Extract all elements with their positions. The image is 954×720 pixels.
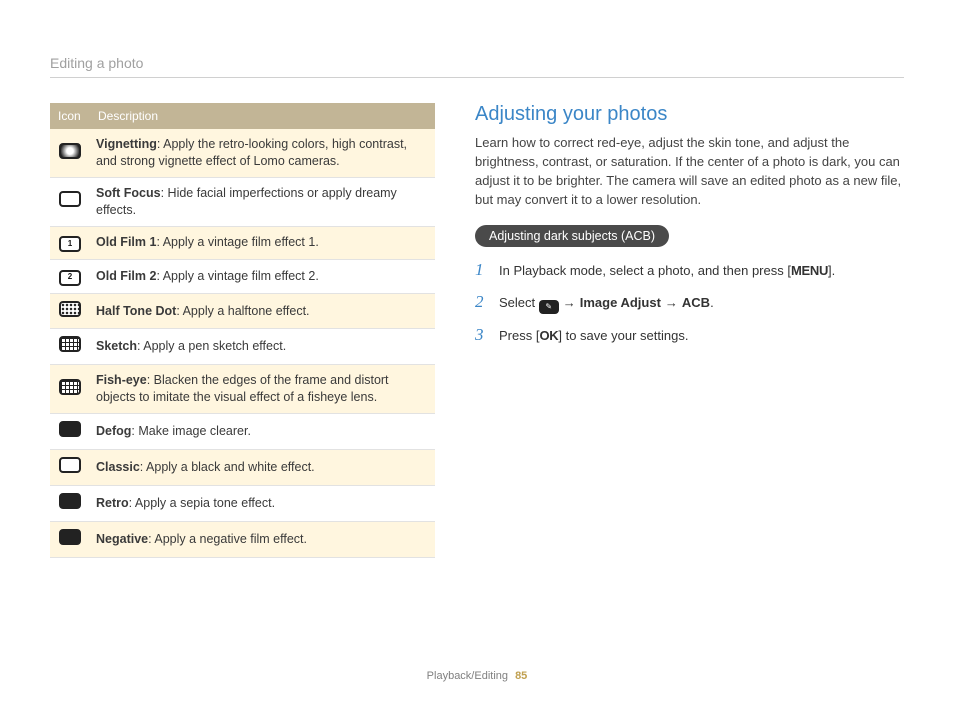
effect-name: Fish-eye (96, 373, 147, 387)
effect-name: Vignetting (96, 137, 157, 151)
step-text: In Playback mode, select a photo, and th… (499, 261, 835, 281)
step-3: 3 Press [OK] to save your settings. (475, 326, 904, 346)
content-columns: Icon Description Vignetting: Apply the r… (50, 103, 904, 558)
th-desc: Description (90, 103, 435, 129)
desc-cell: Negative: Apply a negative film effect. (90, 521, 435, 557)
section-intro: Learn how to correct red-eye, adjust the… (475, 134, 904, 209)
icon-cell: 1 (50, 226, 90, 259)
menu-button-label: MENU (791, 263, 828, 278)
effect-name: Sketch (96, 339, 137, 353)
table-row: Defog: Make image clearer. (50, 414, 435, 450)
effects-column: Icon Description Vignetting: Apply the r… (50, 103, 435, 558)
effect-desc: : Apply a black and white effect. (140, 460, 315, 474)
steps-list: 1 In Playback mode, select a photo, and … (475, 261, 904, 345)
retro-icon (59, 493, 81, 509)
effect-desc: : Apply a vintage film effect 2. (156, 269, 318, 283)
old-film-1-icon: 1 (59, 236, 81, 252)
page-footer: Playback/Editing 85 (0, 670, 954, 682)
table-row: Fish-eye: Blacken the edges of the frame… (50, 365, 435, 414)
icon-cell (50, 365, 90, 414)
effect-name: Defog (96, 424, 131, 438)
effect-name: Half Tone Dot (96, 304, 176, 318)
fisheye-icon (59, 379, 81, 395)
desc-cell: Half Tone Dot: Apply a halftone effect. (90, 293, 435, 329)
page-header: Editing a photo (50, 55, 904, 78)
th-icon: Icon (50, 103, 90, 129)
effect-desc: : Make image clearer. (131, 424, 251, 438)
old-film-2-icon: 2 (59, 270, 81, 286)
vignetting-icon (59, 143, 81, 159)
step-number: 3 (475, 326, 489, 346)
step-number: 2 (475, 293, 489, 314)
icon-cell: 2 (50, 260, 90, 293)
table-row: Soft Focus: Hide facial imperfections or… (50, 177, 435, 226)
desc-cell: Retro: Apply a sepia tone effect. (90, 485, 435, 521)
effect-name: Classic (96, 460, 140, 474)
edit-mode-icon: ✎ (539, 300, 559, 314)
step-text: Press [OK] to save your settings. (499, 326, 688, 346)
desc-cell: Old Film 2: Apply a vintage film effect … (90, 260, 435, 293)
section-title: Adjusting your photos (475, 103, 904, 126)
sketch-icon (59, 336, 81, 352)
icon-cell (50, 414, 90, 450)
icon-cell (50, 329, 90, 365)
icon-cell (50, 177, 90, 226)
step-2: 2 Select ✎→Image Adjust→ACB. (475, 293, 904, 314)
effects-table: Icon Description Vignetting: Apply the r… (50, 103, 435, 558)
table-row: Sketch: Apply a pen sketch effect. (50, 329, 435, 365)
soft-focus-icon (59, 191, 81, 207)
desc-cell: Old Film 1: Apply a vintage film effect … (90, 226, 435, 259)
desc-cell: Soft Focus: Hide facial imperfections or… (90, 177, 435, 226)
effect-desc: : Apply a sepia tone effect. (129, 496, 275, 510)
icon-cell (50, 485, 90, 521)
ok-button-label: OK (539, 328, 558, 343)
negative-icon (59, 529, 81, 545)
effect-name: Soft Focus (96, 186, 161, 200)
table-row: Classic: Apply a black and white effect. (50, 449, 435, 485)
step-number: 1 (475, 261, 489, 281)
step-text: Select ✎→Image Adjust→ACB. (499, 293, 714, 314)
desc-cell: Classic: Apply a black and white effect. (90, 449, 435, 485)
icon-cell (50, 129, 90, 177)
effect-desc: : Apply a vintage film effect 1. (156, 235, 318, 249)
effect-desc: : Apply a pen sketch effect. (137, 339, 286, 353)
page-number: 85 (515, 670, 527, 682)
defog-icon (59, 421, 81, 437)
effect-name: Old Film 1 (96, 235, 156, 249)
desc-cell: Fish-eye: Blacken the edges of the frame… (90, 365, 435, 414)
icon-cell (50, 293, 90, 329)
icon-cell (50, 449, 90, 485)
effect-desc: : Apply a negative film effect. (148, 532, 307, 546)
effect-name: Retro (96, 496, 129, 510)
classic-icon (59, 457, 81, 473)
table-row: Vignetting: Apply the retro-looking colo… (50, 129, 435, 177)
adjust-column: Adjusting your photos Learn how to corre… (475, 103, 904, 558)
table-row: 2 Old Film 2: Apply a vintage film effect… (50, 260, 435, 293)
desc-cell: Defog: Make image clearer. (90, 414, 435, 450)
effect-name: Negative (96, 532, 148, 546)
table-row: Negative: Apply a negative film effect. (50, 521, 435, 557)
desc-cell: Vignetting: Apply the retro-looking colo… (90, 129, 435, 177)
footer-section: Playback/Editing (427, 670, 508, 682)
table-row: 1 Old Film 1: Apply a vintage film effect… (50, 226, 435, 259)
desc-cell: Sketch: Apply a pen sketch effect. (90, 329, 435, 365)
halftone-icon (59, 301, 81, 317)
breadcrumb: Editing a photo (50, 55, 143, 71)
step-1: 1 In Playback mode, select a photo, and … (475, 261, 904, 281)
subsection-pill: Adjusting dark subjects (ACB) (475, 225, 669, 247)
table-row: Half Tone Dot: Apply a halftone effect. (50, 293, 435, 329)
effect-desc: : Apply a halftone effect. (176, 304, 309, 318)
table-row: Retro: Apply a sepia tone effect. (50, 485, 435, 521)
icon-cell (50, 521, 90, 557)
effect-name: Old Film 2 (96, 269, 156, 283)
